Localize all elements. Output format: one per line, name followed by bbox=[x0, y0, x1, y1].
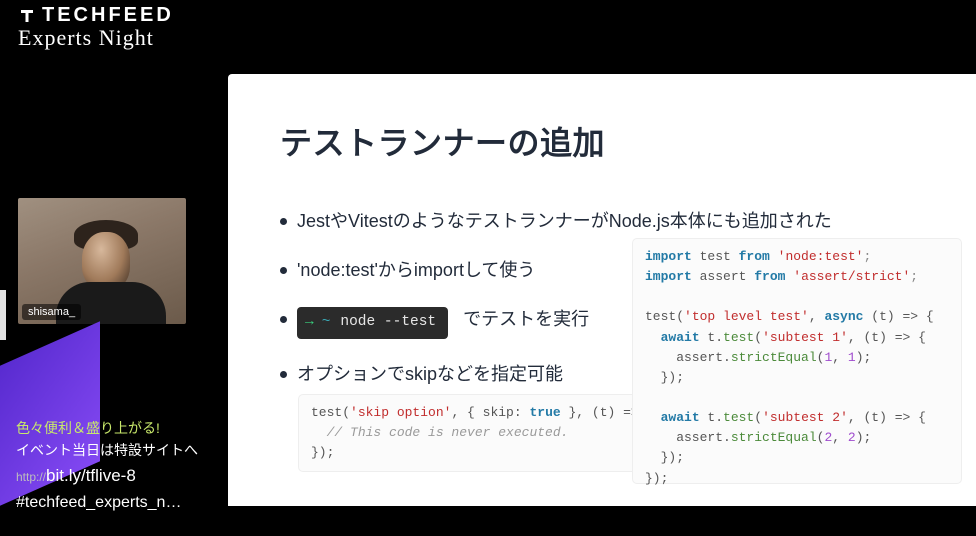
presenter-name-badge: shisama_ bbox=[22, 304, 81, 320]
bullet-item: JestやVitestのようなテストランナーがNode.js本体にも追加された bbox=[280, 208, 928, 235]
promo-url[interactable]: http://bit.ly/tflive-8 bbox=[16, 466, 136, 486]
code-snippet-skip-option: test('skip option', { skip: true }, (t) … bbox=[298, 394, 648, 472]
presenter-webcam: shisama_ bbox=[18, 198, 186, 324]
techfeed-logo-icon bbox=[18, 7, 36, 25]
brand-subtitle: Experts Night bbox=[18, 25, 174, 51]
left-column: TECHFEED Experts Night shisama_ 色々便利＆盛り上… bbox=[0, 0, 228, 536]
event-hashtag: #techfeed_experts_n… bbox=[16, 494, 181, 512]
promo-line-1: 色々便利＆盛り上がる! bbox=[16, 418, 198, 440]
bullet-dot-icon bbox=[280, 218, 287, 225]
bullet-text: JestやVitestのようなテストランナーがNode.js本体にも追加された bbox=[297, 208, 928, 235]
bullet-dot-icon bbox=[280, 267, 287, 274]
presentation-slide: テストランナーの追加 JestやVitestのようなテストランナーがNode.j… bbox=[228, 74, 976, 506]
brand-logo: TECHFEED Experts Night bbox=[18, 4, 174, 51]
terminal-command-chip: → ~ node --test bbox=[297, 307, 448, 339]
promo-text: 色々便利＆盛り上がる! イベント当日は特設サイトへ bbox=[16, 418, 198, 461]
promo-line-2: イベント当日は特設サイトへ bbox=[16, 440, 198, 462]
brand-name: TECHFEED bbox=[42, 4, 174, 27]
slide-title: テストランナーの追加 bbox=[280, 118, 928, 164]
prompt-arrow-icon: → bbox=[305, 312, 314, 334]
bullet-dot-icon bbox=[280, 316, 287, 323]
edge-indicator bbox=[0, 290, 6, 340]
url-rest: bit.ly/tflive-8 bbox=[46, 466, 136, 485]
prompt-tilde-icon: ~ bbox=[322, 312, 331, 334]
terminal-command-text: node --test bbox=[340, 312, 436, 334]
url-protocol: http:// bbox=[16, 470, 46, 484]
code-snippet-node-test: import test from 'node:test'; import ass… bbox=[632, 238, 962, 484]
bullet-suffix: でテストを実行 bbox=[463, 309, 589, 329]
bullet-dot-icon bbox=[280, 371, 287, 378]
